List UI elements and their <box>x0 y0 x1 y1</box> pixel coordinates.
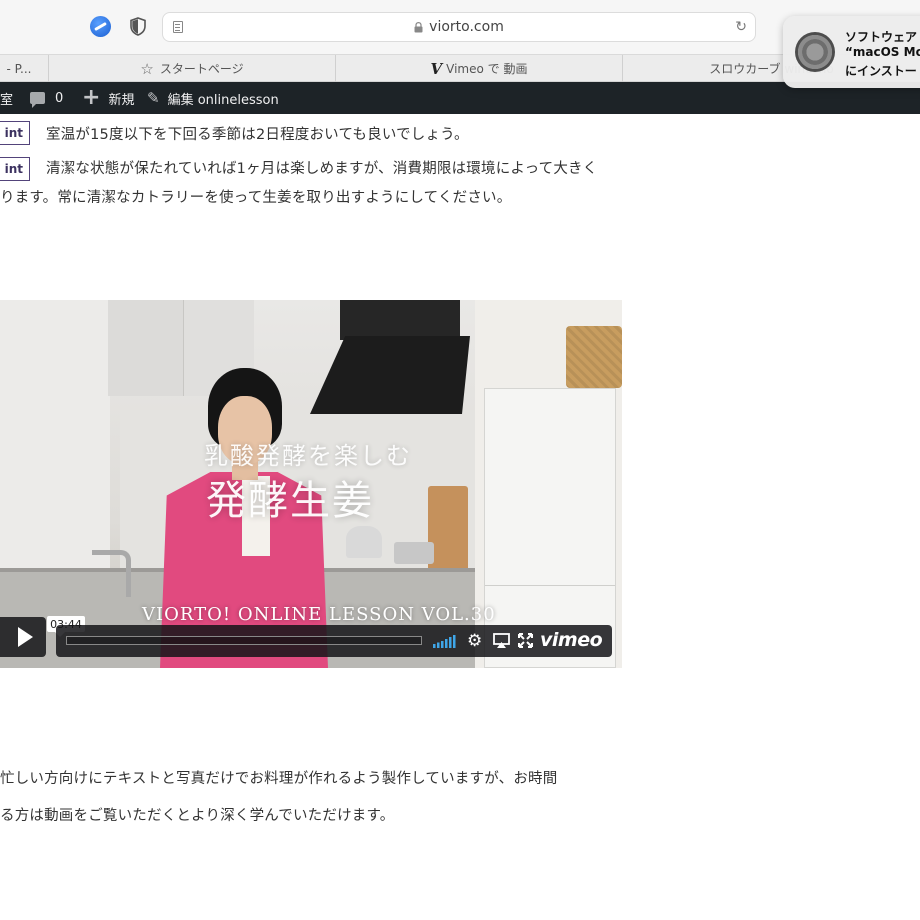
lock-icon <box>414 21 423 32</box>
edit-label: 編集 onlinelesson <box>167 92 279 108</box>
bookmark-label: - P... <box>6 61 32 76</box>
point-label: int <box>0 157 30 181</box>
play-icon <box>17 627 33 647</box>
pencil-icon: ✎ <box>147 89 160 107</box>
comment-bubble-icon <box>30 92 45 108</box>
airplay-icon[interactable] <box>493 633 510 648</box>
video-lesson-caption: VIORTO! ONLINE LESSON VOL.30 <box>142 604 496 625</box>
bookmark-label: スタートページ <box>159 62 244 76</box>
star-icon: ☆ <box>140 59 154 78</box>
site-name-fragment: 室 <box>0 92 14 108</box>
extension-icon[interactable] <box>90 16 111 37</box>
point-text-continued: ります。常に清潔なカトラリーを使って生姜を取り出すようにしてください。 <box>0 190 512 206</box>
settings-gear-icon[interactable]: ⚙ <box>467 632 482 650</box>
video-cutting-board <box>428 486 468 572</box>
bookmark-item[interactable]: - P... <box>0 55 48 82</box>
bookmark-start-page[interactable]: ☆ スタートページ <box>48 55 335 82</box>
point-label: int <box>0 121 30 145</box>
plus-icon: + <box>82 85 101 110</box>
progress-bar[interactable] <box>66 636 422 645</box>
video-subtitle: 乳酸発酵を楽しむ <box>204 442 412 470</box>
video-kettle <box>346 526 382 558</box>
play-button[interactable] <box>0 617 46 657</box>
bookmark-vimeo[interactable]: V Vimeo で 動画 <box>335 55 622 82</box>
new-label: 新規 <box>108 92 135 108</box>
reload-icon[interactable]: ↻ <box>735 19 747 35</box>
point-text: 清潔な状態が保たれていれば1ヶ月は楽しめますが、消費期限は環境によって大きく <box>46 161 598 177</box>
point-text: 室温が15度以下を下回る季節は2日程度おいても良いでしょう。 <box>46 127 469 143</box>
vimeo-logo[interactable]: vimeo <box>540 629 603 651</box>
admin-edit[interactable]: ✎ 編集 onlinelesson <box>147 82 279 114</box>
fullscreen-icon[interactable] <box>518 633 533 648</box>
browser-toolbar: viorto.com ↻ <box>0 0 920 54</box>
privacy-shield-icon[interactable] <box>130 17 146 36</box>
notification-body-line: にインストー <box>845 64 917 78</box>
system-preferences-gear-icon <box>795 32 835 72</box>
video-range-hood <box>340 300 460 340</box>
bookmark-label: Vimeo で 動画 <box>446 62 528 76</box>
admin-comments[interactable]: 0 <box>30 82 63 114</box>
video-range-hood <box>310 336 470 414</box>
comments-count: 0 <box>55 90 64 106</box>
wp-admin-bar: 室 0 + 新規 ✎ 編集 onlinelesson <box>0 82 920 114</box>
video-basket <box>566 326 622 388</box>
notification-title: ソフトウェア <box>845 30 918 44</box>
address-bar[interactable]: viorto.com ↻ <box>162 12 756 42</box>
software-update-notification[interactable]: ソフトウェア “macOS Mon にインストー <box>783 16 920 88</box>
admin-new[interactable]: + 新規 <box>82 82 134 114</box>
body-paragraph: 忙しい方向けにテキストと写真だけでお料理が作れるよう製作していますが、お時間 <box>0 771 558 787</box>
video-pot <box>394 542 434 564</box>
admin-site-name[interactable]: 室 <box>0 82 13 114</box>
volume-icon[interactable] <box>433 634 457 648</box>
vimeo-v-icon: V <box>430 59 443 78</box>
video-faucet <box>92 550 131 597</box>
body-paragraph: る方は動画をご覧いただくとより深く学んでいただけます。 <box>0 808 395 824</box>
url-text: viorto.com <box>429 19 504 35</box>
vimeo-video-player[interactable]: 乳酸発酵を楽しむ 発酵生姜 VIORTO! ONLINE LESSON VOL.… <box>0 300 622 668</box>
video-title: 発酵生姜 <box>206 478 374 524</box>
notification-body-line: “macOS Mon <box>845 45 920 59</box>
bookmarks-bar: - P... ☆ スタートページ V Vimeo で 動画 スロウカーブ win… <box>0 54 920 82</box>
video-control-bar: ⚙ vimeo <box>56 625 612 657</box>
video-cabinet <box>108 300 184 396</box>
